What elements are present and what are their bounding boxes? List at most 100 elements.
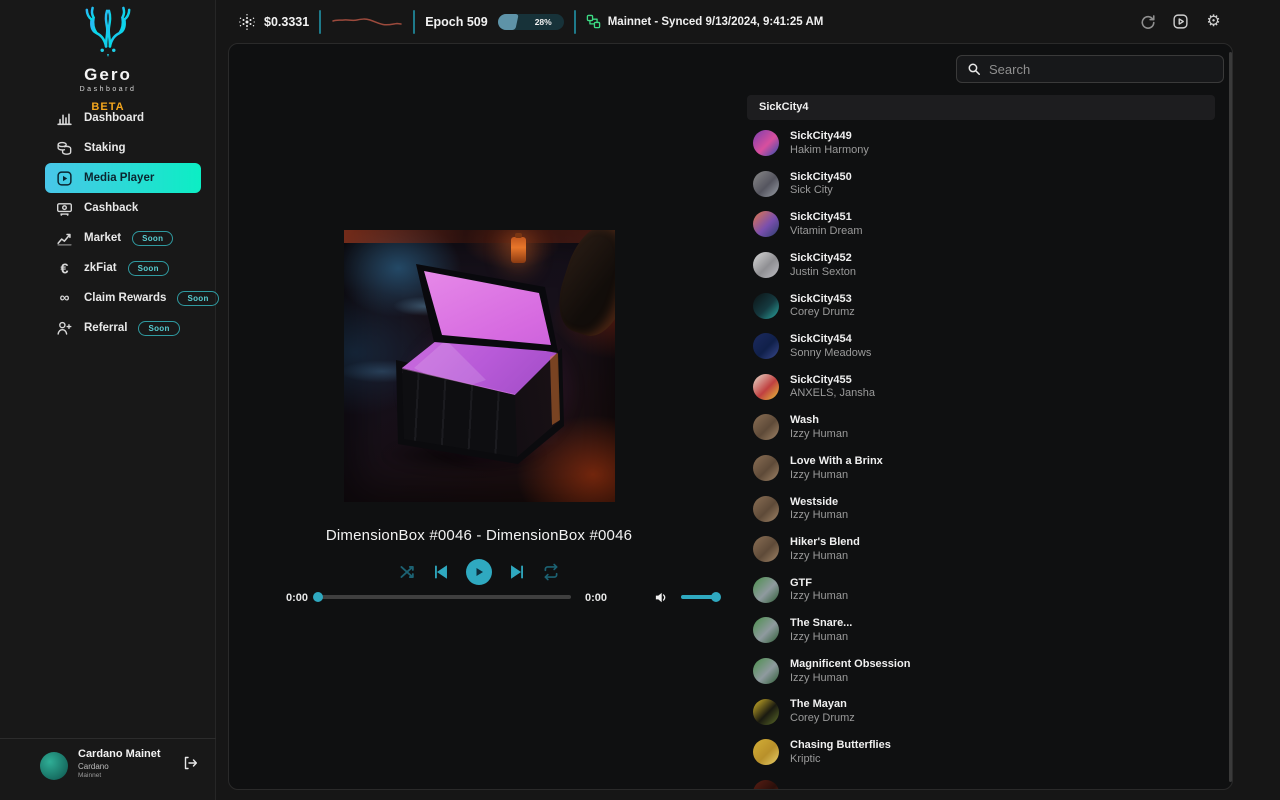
search-box <box>956 55 1224 83</box>
logout-icon[interactable] <box>182 755 198 771</box>
playlist-scrollbar[interactable] <box>1229 52 1232 782</box>
track-title-label: Love With a Brinx <box>790 455 883 468</box>
repeat-button[interactable] <box>542 563 560 581</box>
next-track-button[interactable] <box>508 563 526 581</box>
track-title-label: SickCity449 <box>790 130 869 143</box>
price-sparkline <box>331 10 403 34</box>
brand-logo: Gero Dashboard BETA <box>0 6 216 113</box>
track-avatar <box>753 699 779 725</box>
list-item[interactable]: SickCity449Hakim Harmony <box>747 123 1215 164</box>
list-item[interactable]: GTFIzzy Human <box>747 570 1215 611</box>
sidebar-item-staking[interactable]: Staking <box>45 133 201 163</box>
track-avatar <box>753 374 779 400</box>
track-artist-label: Izzy Human <box>790 509 848 522</box>
list-item[interactable]: WestsideIzzy Human <box>747 488 1215 529</box>
sidebar-item-referral[interactable]: ReferralSoon <box>45 313 201 343</box>
track-artist-label: Izzy Human <box>790 469 883 482</box>
track-title-label: SickCity453 <box>790 293 855 306</box>
play-button[interactable] <box>466 559 492 585</box>
list-item[interactable]: Hiker's BlendIzzy Human <box>747 529 1215 570</box>
settings-gear-icon[interactable]: ⚙ <box>1205 13 1222 30</box>
sidebar-item-label: Referral <box>84 322 127 334</box>
previous-track-button[interactable] <box>432 563 450 581</box>
divider <box>413 10 415 34</box>
list-item[interactable]: Love With a BrinxIzzy Human <box>747 448 1215 489</box>
list-item[interactable]: SickCity451Vitamin Dream <box>747 204 1215 245</box>
wallet-section[interactable]: Cardano Mainet Cardano Mainnet <box>0 738 216 800</box>
sidebar-item-dashboard[interactable]: Dashboard <box>45 103 201 133</box>
list-item[interactable]: SickCity454Sonny Meadows <box>747 326 1215 367</box>
brand-subtitle: Dashboard <box>0 86 216 93</box>
list-item[interactable]: The Snare...Izzy Human <box>747 610 1215 651</box>
svg-text:€: € <box>61 261 69 277</box>
cashback-icon <box>56 200 73 217</box>
divider <box>319 10 321 34</box>
topbar-actions: ⚙ <box>1139 0 1222 43</box>
track-artist-label: Izzy Human <box>790 550 860 563</box>
track-title-label: Wash <box>790 414 848 427</box>
track-artist-label: Corey Drumz <box>790 712 855 725</box>
divider <box>574 10 576 34</box>
ada-price: $0.3331 <box>264 15 309 29</box>
track-title-label: SickCity455 <box>790 374 875 387</box>
cardano-icon <box>238 13 256 31</box>
sidebar-item-label: Claim Rewards <box>84 292 166 304</box>
market-icon <box>56 230 73 247</box>
volume-icon[interactable] <box>654 590 669 605</box>
referral-icon <box>56 320 73 337</box>
soon-badge: Soon <box>132 231 173 246</box>
app-window: Gero Dashboard BETA DashboardStakingMedi… <box>0 0 1280 800</box>
track-avatar <box>753 130 779 156</box>
soon-badge: Soon <box>177 291 218 306</box>
track-artist-label: Izzy Human <box>790 672 910 685</box>
sidebar: Gero Dashboard BETA DashboardStakingMedi… <box>0 0 216 800</box>
sidebar-item-market[interactable]: MarketSoon <box>45 223 201 253</box>
volume-slider[interactable] <box>681 595 719 599</box>
track-avatar <box>753 455 779 481</box>
refresh-icon[interactable] <box>1139 13 1156 30</box>
list-item[interactable]: SickCity453Corey Drumz <box>747 285 1215 326</box>
shuffle-button[interactable] <box>398 563 416 581</box>
wallet-subnetwork: Mainnet <box>78 772 101 779</box>
list-item[interactable]: SickCity450Sick City <box>747 164 1215 205</box>
list-item[interactable]: Chasing ButterfliesKriptic <box>747 732 1215 773</box>
epoch-progress-bar: 28% <box>498 14 564 30</box>
sidebar-item-zkfiat[interactable]: € zkFiat Soon <box>45 253 201 283</box>
search-input[interactable] <box>989 62 1189 77</box>
seek-thumb[interactable] <box>313 592 323 602</box>
list-item[interactable] <box>747 773 1215 790</box>
list-item[interactable]: SickCity452Justin Sexton <box>747 245 1215 286</box>
media-player-shortcut-icon[interactable] <box>1172 13 1189 30</box>
main-panel: DimensionBox #0046 - DimensionBox #0046 <box>228 43 1233 790</box>
claim-rewards-icon: ∞ <box>56 290 73 307</box>
track-title-label: SickCity451 <box>790 211 863 224</box>
wallet-name: Cardano Mainet <box>78 748 161 760</box>
volume-thumb[interactable] <box>711 592 721 602</box>
sidebar-item-label: zkFiat <box>84 262 117 274</box>
track-title-label: The Snare... <box>790 617 852 630</box>
art-lantern <box>511 237 526 263</box>
track-artist-label: Sonny Meadows <box>790 347 871 360</box>
track-avatar <box>753 252 779 278</box>
sidebar-item-cashback[interactable]: Cashback <box>45 193 201 223</box>
track-avatar <box>753 617 779 643</box>
list-item[interactable]: The MayanCorey Drumz <box>747 691 1215 732</box>
track-artist-label: Izzy Human <box>790 428 848 441</box>
seek-slider[interactable] <box>314 595 571 599</box>
track-title-label: SickCity450 <box>790 171 852 184</box>
track-avatar <box>753 496 779 522</box>
svg-text:∞: ∞ <box>60 290 70 305</box>
list-item[interactable]: WashIzzy Human <box>747 407 1215 448</box>
soon-badge: Soon <box>128 261 169 276</box>
track-avatar <box>753 780 779 789</box>
network-status-text: Mainnet - Synced 9/13/2024, 9:41:25 AM <box>608 16 824 28</box>
search-icon <box>967 62 981 76</box>
track-artist-label: Izzy Human <box>790 590 848 603</box>
list-item[interactable]: Magnificent ObsessionIzzy Human <box>747 651 1215 692</box>
track-artist-label: Kriptic <box>790 753 891 766</box>
list-item[interactable]: SickCity455ANXELS, Jansha <box>747 367 1215 408</box>
network-sync-icon <box>586 14 601 29</box>
sidebar-item-media-player[interactable]: Media Player <box>45 163 201 193</box>
track-avatar <box>753 658 779 684</box>
sidebar-item-claim-rewards[interactable]: ∞Claim RewardsSoon <box>45 283 201 313</box>
